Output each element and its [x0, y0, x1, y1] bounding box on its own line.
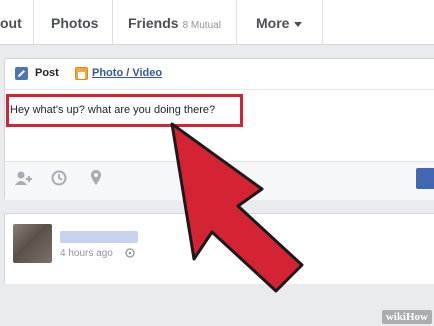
wikihow-watermark: wikiHow	[381, 310, 432, 324]
annotation-arrow	[170, 122, 304, 293]
